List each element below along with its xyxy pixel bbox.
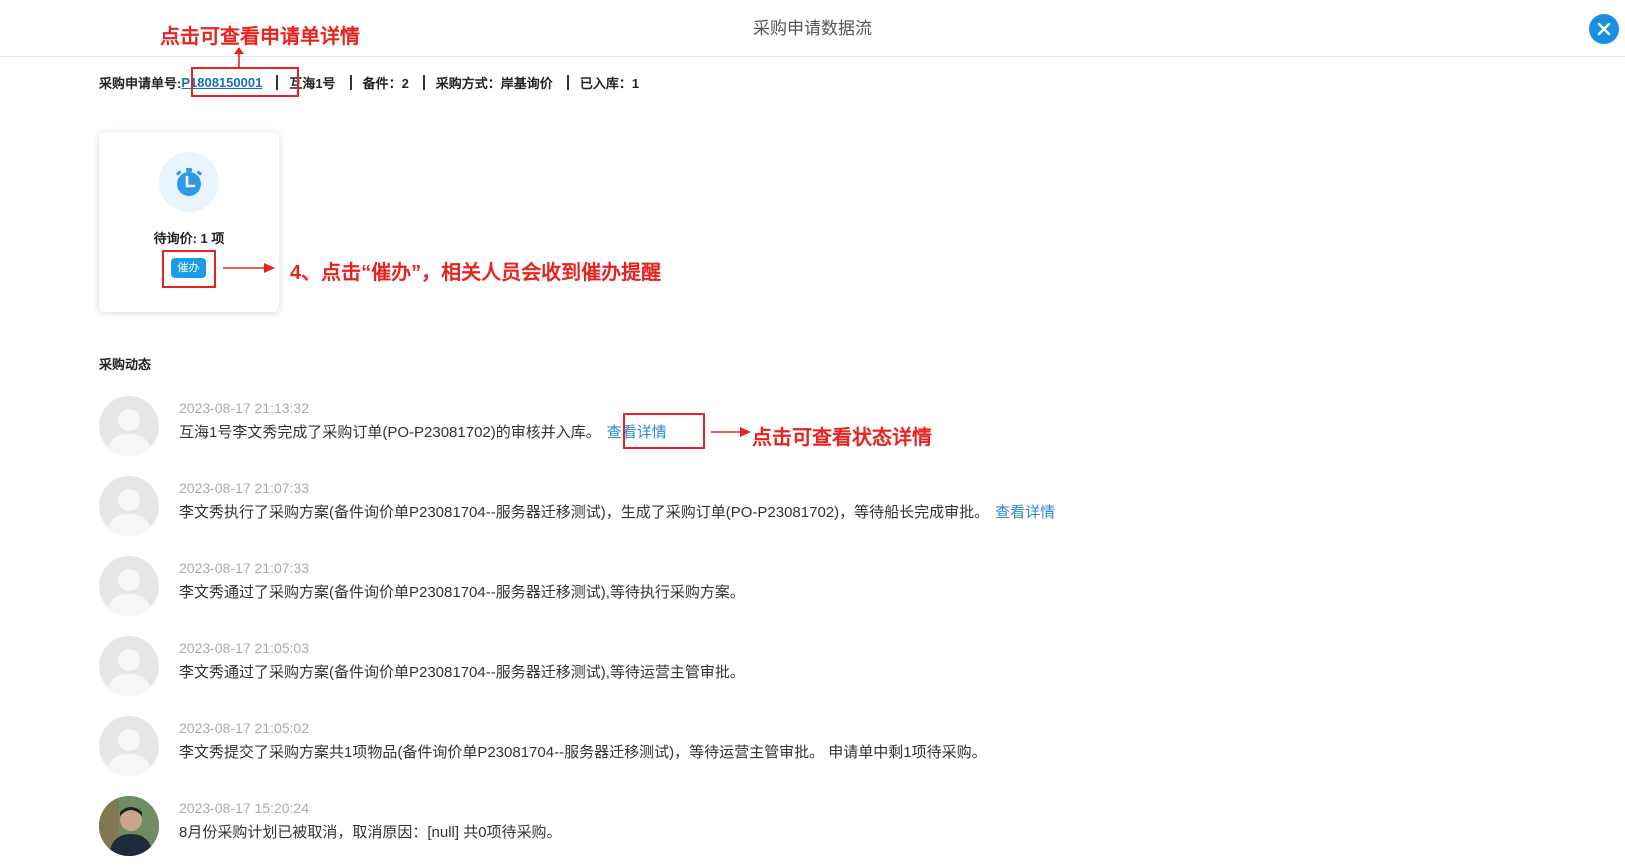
user-photo-avatar	[99, 796, 159, 856]
default-avatar	[99, 636, 159, 696]
arrow-right-icon	[223, 263, 275, 273]
activity-item: 2023-08-17 21:07:33 李文秀执行了采购方案(备件询价单P230…	[99, 476, 1399, 540]
activity-time: 2023-08-17 21:07:33	[179, 480, 309, 496]
activity-item: 2023-08-17 21:05:03 李文秀通过了采购方案(备件询价单P230…	[99, 636, 1399, 700]
highlight-box-urge	[162, 250, 216, 288]
request-info-row: 采购申请单号: P1808150001 互海1号 备件：2 采购方式：岸基询价 …	[99, 72, 639, 92]
activity-time: 2023-08-17 21:05:02	[179, 720, 309, 736]
divider	[566, 74, 569, 90]
activity-time: 2023-08-17 21:07:33	[179, 560, 309, 576]
activity-description: 李文秀执行了采购方案(备件询价单P23081704--服务器迁移测试)，生成了采…	[179, 504, 990, 521]
activity-section-title: 采购动态	[99, 357, 152, 372]
activity-time: 2023-08-17 21:13:32	[179, 400, 309, 416]
annotation-detail-hint: 点击可查看状态详情	[752, 427, 932, 449]
divider	[422, 74, 425, 90]
activity-text: 互海1号李文秀完成了采购订单(PO-P23081702)的审核并入库。 查看详情	[179, 421, 667, 442]
highlight-box-detail	[623, 413, 705, 449]
highlight-box-order	[191, 67, 299, 97]
close-button[interactable]	[1589, 14, 1619, 44]
activity-description: 互海1号李文秀完成了采购订单(PO-P23081702)的审核并入库。	[179, 424, 601, 441]
activity-text: 8月份采购计划已被取消，取消原因：[null] 共0项待采购。	[179, 824, 562, 841]
arrow-up-icon	[234, 47, 244, 67]
default-avatar	[99, 716, 159, 776]
activity-item: 2023-08-17 15:20:24 8月份采购计划已被取消，取消原因：[nu…	[99, 796, 1399, 860]
activity-item: 2023-08-17 21:05:02 李文秀提交了采购方案共1项物品(备件询价…	[99, 716, 1399, 780]
activity-text: 李文秀通过了采购方案(备件询价单P23081704--服务器迁移测试),等待执行…	[179, 584, 745, 601]
in-stock-count: 已入库：1	[579, 75, 640, 91]
pending-inquiry-count: 待询价: 1 项	[153, 231, 225, 246]
default-avatar	[99, 396, 159, 456]
clock-icon-wrapper	[159, 152, 219, 212]
view-detail-link[interactable]: 查看详情	[995, 504, 1055, 521]
activity-time: 2023-08-17 21:05:03	[179, 640, 309, 656]
purchase-method: 采购方式：岸基询价	[435, 75, 553, 91]
activity-text: 李文秀提交了采购方案共1项物品(备件询价单P23081704--服务器迁移测试)…	[179, 744, 987, 761]
annotation-order-hint: 点击可查看申请单详情	[160, 26, 360, 48]
activity-text: 李文秀执行了采购方案(备件询价单P23081704--服务器迁移测试)，生成了采…	[179, 501, 1055, 522]
spare-parts-count: 备件：2	[362, 75, 409, 91]
activity-time: 2023-08-17 15:20:24	[179, 800, 309, 816]
annotation-urge-hint: 4、点击“催办”，相关人员会收到催办提醒	[290, 262, 662, 284]
arrow-right-icon	[711, 427, 751, 437]
default-avatar	[99, 476, 159, 536]
clock-icon	[176, 168, 202, 196]
order-number-label: 采购申请单号:	[99, 75, 182, 91]
activity-text: 李文秀通过了采购方案(备件询价单P23081704--服务器迁移测试),等待运营…	[179, 664, 745, 681]
default-avatar	[99, 556, 159, 616]
close-icon	[1597, 22, 1611, 36]
activity-item: 2023-08-17 21:07:33 李文秀通过了采购方案(备件询价单P230…	[99, 556, 1399, 620]
divider	[349, 74, 352, 90]
